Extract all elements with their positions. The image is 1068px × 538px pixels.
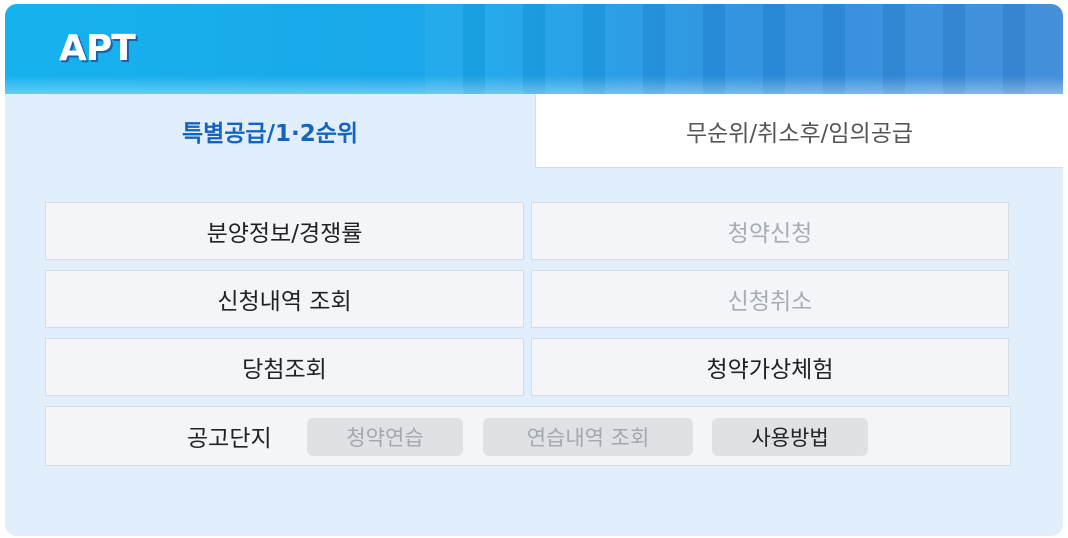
panel-title: APT [59, 28, 136, 69]
notice-complex-row: 공고단지 청약연습 연습내역 조회 사용방법 [45, 406, 1011, 466]
tab-unranked-supply[interactable]: 무순위/취소후/임의공급 [535, 94, 1063, 168]
howto-button[interactable]: 사용방법 [712, 418, 868, 456]
panel-header: APT [5, 4, 1063, 94]
header-band [5, 76, 1063, 94]
sale-info-button[interactable]: 분양정보/경쟁률 [45, 202, 524, 260]
winner-check-button[interactable]: 당첨조회 [45, 338, 524, 396]
tab-special-supply[interactable]: 특별공급/1·2순위 [5, 94, 535, 168]
virtual-experience-button[interactable]: 청약가상체험 [531, 338, 1009, 396]
cancel-button[interactable]: 신청취소 [531, 270, 1009, 328]
apt-panel: APT 특별공급/1·2순위 무순위/취소후/임의공급 분양정보/경쟁률 청약신… [5, 4, 1063, 536]
notice-complex-label: 공고단지 [187, 426, 272, 452]
practice-history-button[interactable]: 연습내역 조회 [483, 418, 693, 456]
history-button[interactable]: 신청내역 조회 [45, 270, 524, 328]
apply-button[interactable]: 청약신청 [531, 202, 1009, 260]
tab-bar: 특별공급/1·2순위 무순위/취소후/임의공급 [5, 94, 1063, 168]
practice-button[interactable]: 청약연습 [307, 418, 463, 456]
